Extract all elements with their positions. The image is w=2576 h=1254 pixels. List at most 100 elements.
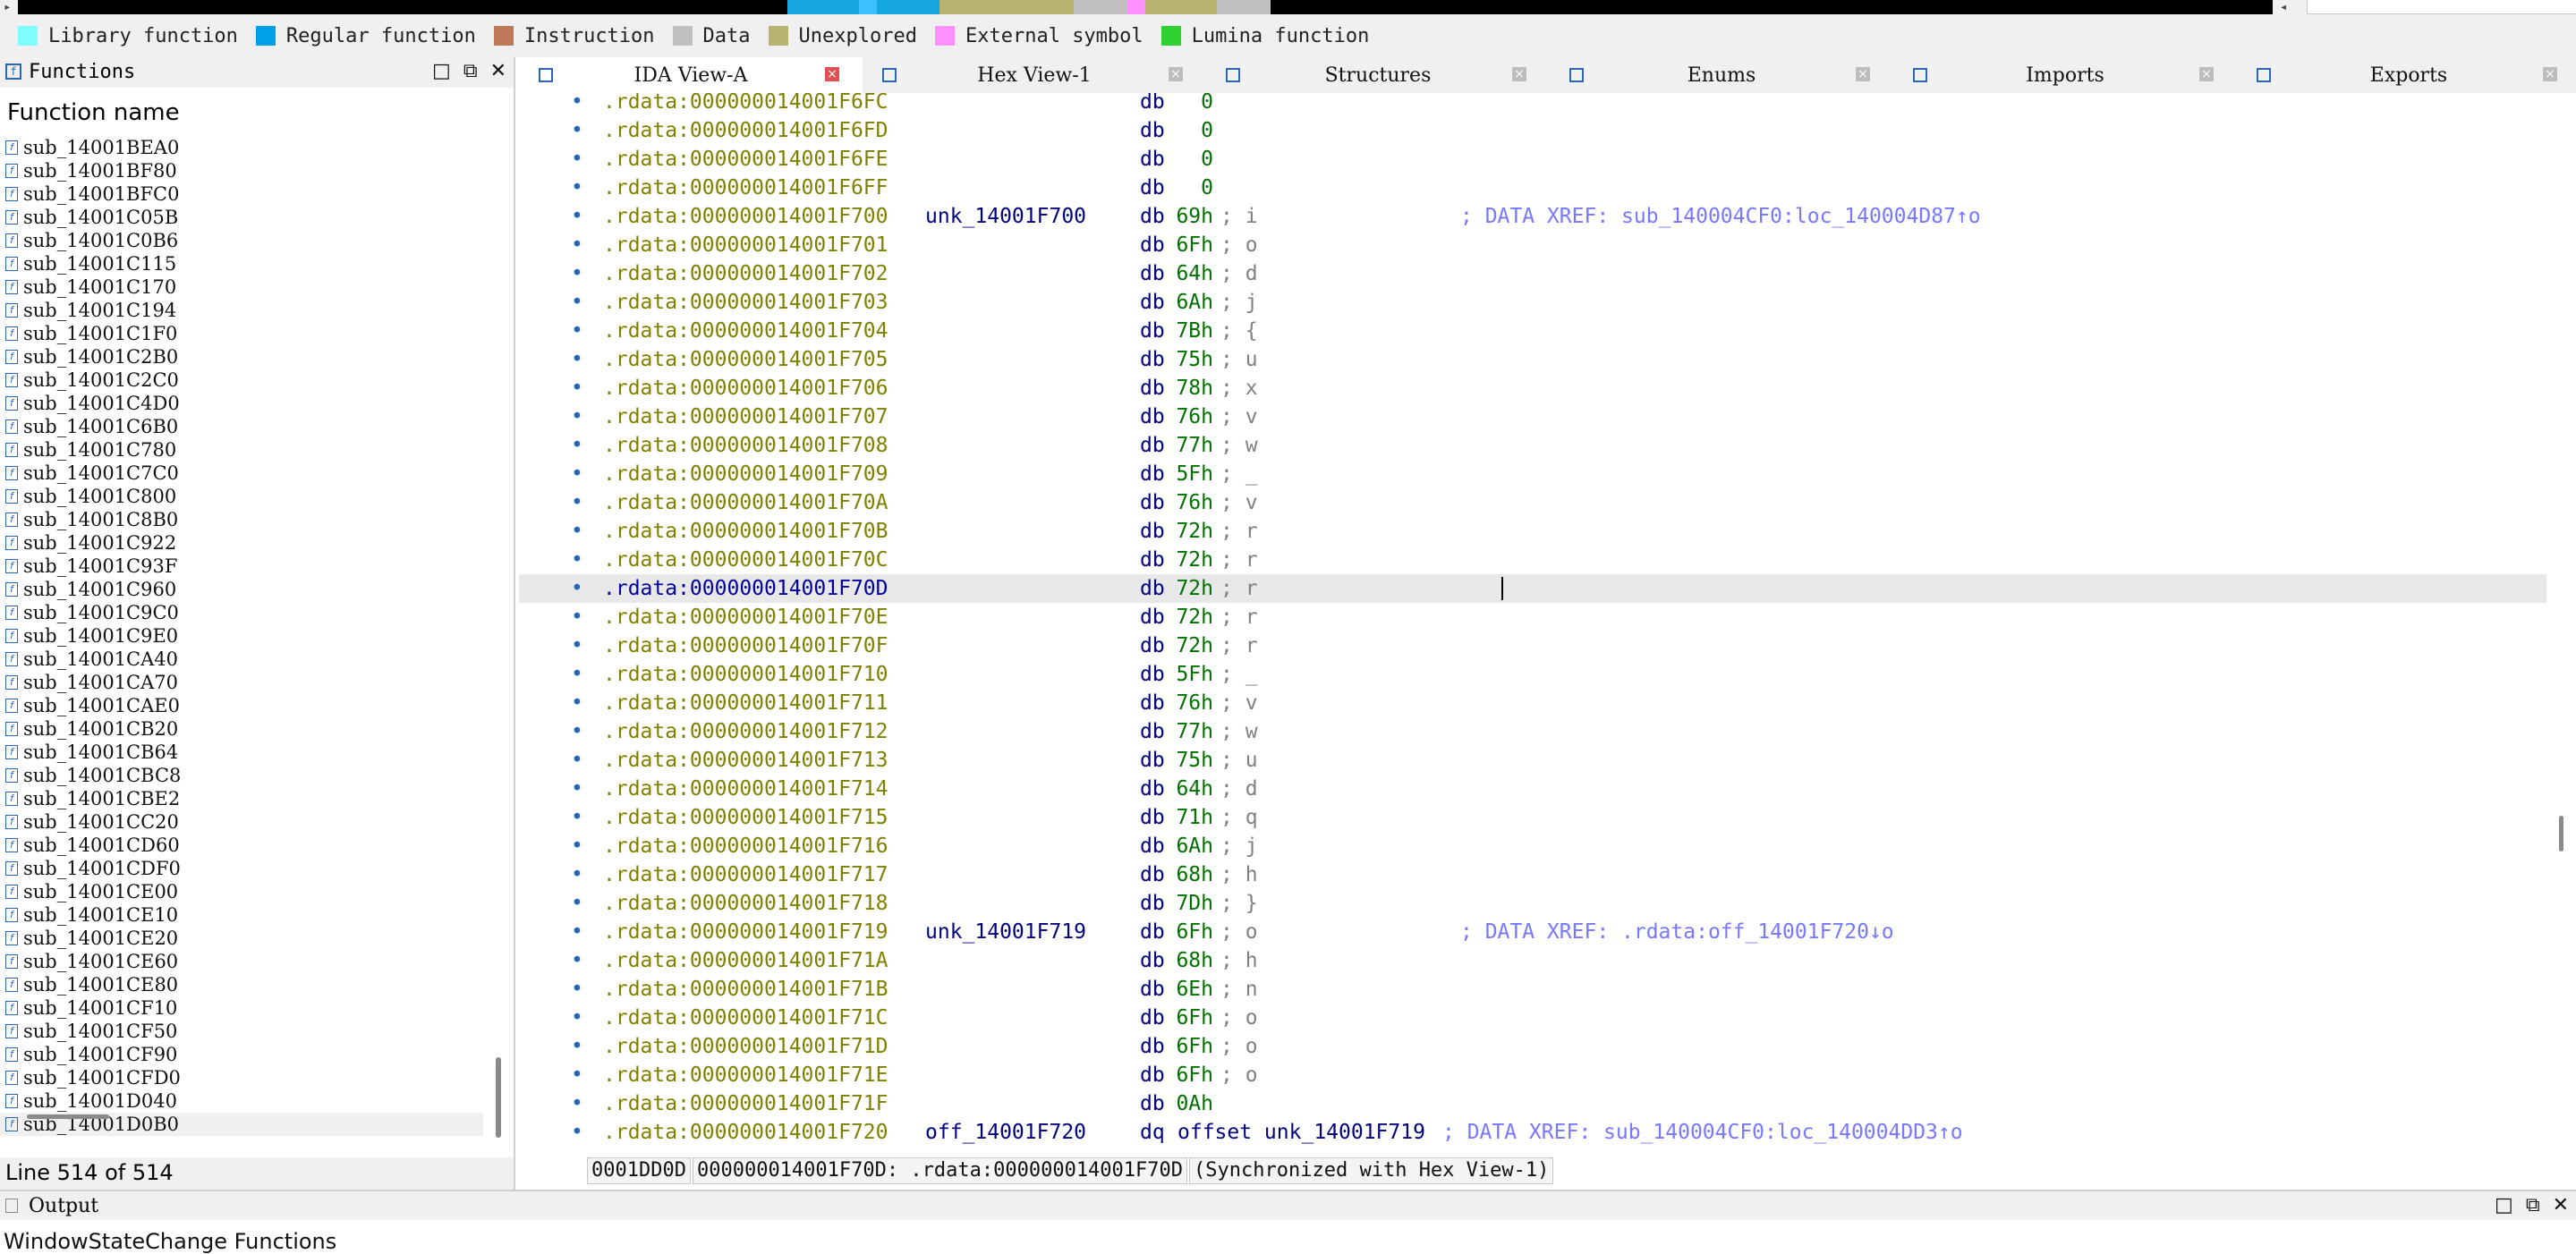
line-address[interactable]: .rdata:000000014001F701 <box>603 231 888 259</box>
disassembly-line[interactable]: • .rdata:000000014001F710 db 5Fh ; _ <box>519 660 2546 689</box>
line-mnemonic[interactable]: db <box>1140 1032 1165 1061</box>
line-xref-comment[interactable]: ; DATA XREF: sub_140004CF0:loc_140004DD3… <box>1442 1118 1963 1147</box>
line-address[interactable]: .rdata:000000014001F702 <box>603 259 888 288</box>
line-address[interactable]: .rdata:000000014001F710 <box>603 660 888 689</box>
disassembly-line[interactable]: • .rdata:000000014001F711 db 76h ; v <box>519 689 2546 717</box>
navigator-right-arrow-icon[interactable]: ◂ <box>2280 0 2287 14</box>
disassembly-line[interactable]: • .rdata:000000014001F6FF db 0 <box>519 174 2546 202</box>
line-address[interactable]: .rdata:000000014001F709 <box>603 460 888 488</box>
line-operand[interactable]: 72h <box>1167 574 1213 603</box>
line-mnemonic[interactable]: db <box>1140 174 1165 202</box>
restore-button[interactable]: ⧉ <box>2526 1195 2540 1216</box>
function-list-item[interactable]: f sub_14001C7C0 <box>0 462 483 485</box>
tab-close-icon[interactable]: × <box>1169 67 1183 81</box>
line-operand[interactable]: 6Fh <box>1167 1004 1213 1032</box>
disassembly-line[interactable]: • .rdata:000000014001F70E db 72h ; r <box>519 603 2546 631</box>
function-list-item[interactable]: f sub_14001CF10 <box>0 996 483 1020</box>
disassembly-line[interactable]: • .rdata:000000014001F708 db 77h ; w <box>519 431 2546 460</box>
scrollbar-thumb[interactable] <box>2559 816 2563 852</box>
line-address[interactable]: .rdata:000000014001F70F <box>603 631 888 660</box>
tab-close-icon[interactable]: × <box>2199 67 2214 81</box>
line-operand[interactable]: 72h <box>1167 517 1213 546</box>
function-list-item[interactable]: f sub_14001C800 <box>0 485 483 508</box>
function-list-item[interactable]: f sub_14001CA40 <box>0 648 483 671</box>
disassembly-line[interactable]: • .rdata:000000014001F71C db 6Fh ; o <box>519 1004 2546 1032</box>
line-operand[interactable]: 75h <box>1167 746 1213 775</box>
function-list-item[interactable]: f sub_14001CE20 <box>0 927 483 950</box>
line-operand[interactable]: 6Fh <box>1167 1032 1213 1061</box>
output-title-bar[interactable]: Output □ ⧉ ✕ <box>0 1191 2576 1220</box>
line-operand[interactable]: 64h <box>1167 259 1213 288</box>
line-operand[interactable]: 68h <box>1167 946 1213 975</box>
line-address[interactable]: .rdata:000000014001F706 <box>603 374 888 402</box>
line-mnemonic[interactable]: db <box>1140 317 1165 345</box>
line-address[interactable]: .rdata:000000014001F71D <box>603 1032 888 1061</box>
function-list-item[interactable]: f sub_14001CE60 <box>0 950 483 973</box>
line-address[interactable]: .rdata:000000014001F705 <box>603 345 888 374</box>
function-list-item[interactable]: f sub_14001C922 <box>0 531 483 555</box>
function-list-item[interactable]: f sub_14001C9C0 <box>0 601 483 624</box>
disassembly-line[interactable]: • .rdata:000000014001F70D db 72h ; r <box>519 574 2546 603</box>
function-list-item[interactable]: f sub_14001C9E0 <box>0 624 483 648</box>
line-operand[interactable]: 6Fh <box>1167 1061 1213 1089</box>
line-mnemonic[interactable]: dq <box>1140 1118 1165 1147</box>
function-list-item[interactable]: f sub_14001CC20 <box>0 810 483 834</box>
line-operand[interactable]: 76h <box>1167 689 1213 717</box>
line-operand[interactable]: 7Bh <box>1167 317 1213 345</box>
tab-imports[interactable]: Imports × <box>1893 57 2237 93</box>
line-address[interactable]: .rdata:000000014001F708 <box>603 431 888 460</box>
line-xref-comment[interactable]: ; DATA XREF: sub_140004CF0:loc_140004D87… <box>1460 202 1981 231</box>
line-mnemonic[interactable]: db <box>1140 1004 1165 1032</box>
line-operand[interactable]: 6Fh <box>1167 231 1213 259</box>
disassembly-line[interactable]: • .rdata:000000014001F703 db 6Ah ; j <box>519 288 2546 317</box>
function-list-item[interactable]: f sub_14001C93F <box>0 555 483 578</box>
tab-close-icon[interactable]: × <box>1856 67 1870 81</box>
line-mnemonic[interactable]: db <box>1140 918 1165 946</box>
tab-close-icon[interactable]: × <box>825 67 839 81</box>
line-address[interactable]: .rdata:000000014001F70D <box>603 574 888 603</box>
function-list-item[interactable]: f sub_14001C2C0 <box>0 369 483 392</box>
line-operand[interactable]: 0 <box>1167 174 1213 202</box>
line-address[interactable]: .rdata:000000014001F711 <box>603 689 888 717</box>
line-address[interactable]: .rdata:000000014001F71B <box>603 975 888 1004</box>
function-list-item[interactable]: f sub_14001D040 <box>0 1089 483 1113</box>
disassembly-line[interactable]: • .rdata:000000014001F702 db 64h ; d <box>519 259 2546 288</box>
tab-hex-view-1[interactable]: Hex View-1 × <box>863 57 1206 93</box>
disassembly-line[interactable]: • .rdata:000000014001F709 db 5Fh ; _ <box>519 460 2546 488</box>
line-address[interactable]: .rdata:000000014001F70B <box>603 517 888 546</box>
disassembly-line[interactable]: • .rdata:000000014001F71B db 6Eh ; n <box>519 975 2546 1004</box>
line-address[interactable]: .rdata:000000014001F6FF <box>603 174 888 202</box>
line-operand[interactable]: 78h <box>1167 374 1213 402</box>
line-operand[interactable]: 0 <box>1167 93 1213 116</box>
line-mnemonic[interactable]: db <box>1140 832 1165 860</box>
line-address[interactable]: .rdata:000000014001F71F <box>603 1089 888 1118</box>
line-mnemonic[interactable]: db <box>1140 660 1165 689</box>
disassembly-line[interactable]: • .rdata:000000014001F70B db 72h ; r <box>519 517 2546 546</box>
navigator-search-box[interactable] <box>2307 0 2576 14</box>
line-operand[interactable]: 64h <box>1167 775 1213 803</box>
scrollbar-thumb[interactable] <box>496 1057 501 1138</box>
line-operand[interactable]: 0Ah <box>1167 1089 1213 1118</box>
line-address[interactable]: .rdata:000000014001F71A <box>603 946 888 975</box>
tab-enums[interactable]: Enums × <box>1550 57 1893 93</box>
function-list-item[interactable]: f sub_14001C0B6 <box>0 229 483 252</box>
line-address[interactable]: .rdata:000000014001F717 <box>603 860 888 889</box>
ida-view-disassembly[interactable]: • .rdata:000000014001F6FC db 0 • .rdata:00000… <box>519 93 2546 1154</box>
function-list-item[interactable]: f sub_14001CDF0 <box>0 857 483 880</box>
line-mnemonic[interactable]: db <box>1140 116 1165 145</box>
function-list-item[interactable]: f sub_14001CFD0 <box>0 1066 483 1089</box>
disassembly-line[interactable]: • .rdata:000000014001F713 db 75h ; u <box>519 746 2546 775</box>
ida-view-vertical-scrollbar[interactable] <box>2546 93 2576 1154</box>
line-mnemonic[interactable]: db <box>1140 689 1165 717</box>
navigator-band[interactable]: ▸ ◂ <box>0 0 2576 14</box>
line-address[interactable]: .rdata:000000014001F70A <box>603 488 888 517</box>
line-operand[interactable]: offset unk_14001F719 <box>1177 1118 1425 1147</box>
function-list-item[interactable]: f sub_14001CE80 <box>0 973 483 996</box>
navigator-strip[interactable] <box>18 0 2273 14</box>
line-mnemonic[interactable]: db <box>1140 746 1165 775</box>
disassembly-line[interactable]: • .rdata:000000014001F716 db 6Ah ; j <box>519 832 2546 860</box>
navigator-left-arrow-icon[interactable]: ▸ <box>4 0 11 14</box>
line-operand[interactable]: 76h <box>1167 488 1213 517</box>
line-operand[interactable]: 69h <box>1167 202 1213 231</box>
function-list-item[interactable]: f sub_14001BEA0 <box>0 136 483 159</box>
